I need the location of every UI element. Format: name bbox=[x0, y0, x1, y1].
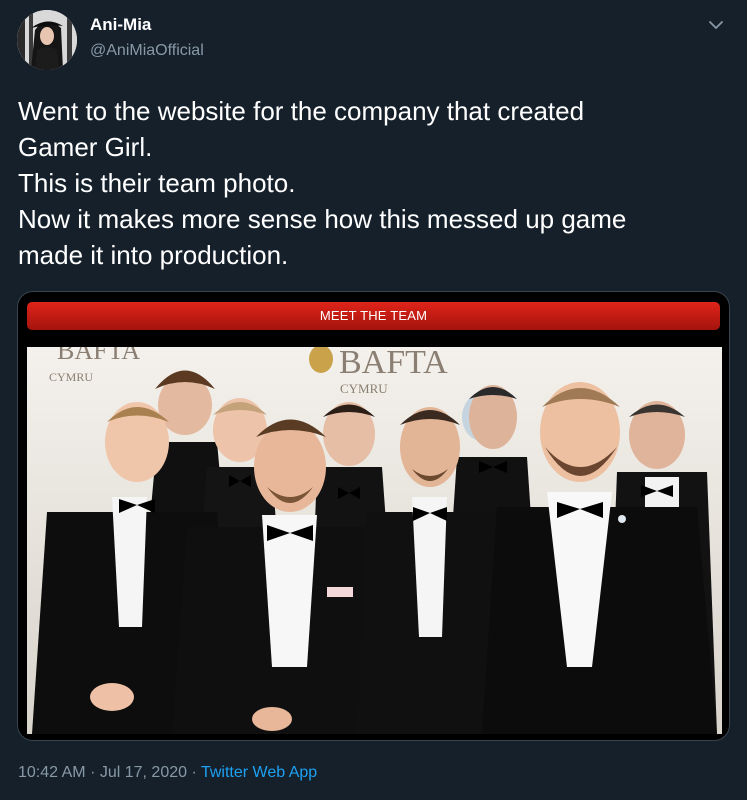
tweet-line: made it into production. bbox=[18, 240, 289, 270]
tweet-media[interactable]: MEET THE TEAM BAFTA CYMRU BAFTA CYMRU bbox=[17, 291, 730, 741]
backdrop-text: BAFTA bbox=[339, 347, 448, 381]
user-handle[interactable]: @AniMiaOfficial bbox=[90, 42, 204, 60]
tweet-text: Went to the website for the company that… bbox=[18, 93, 728, 273]
tweet-metadata: 10:42 AM · Jul 17, 2020 · Twitter Web Ap… bbox=[18, 764, 317, 782]
separator: · bbox=[90, 764, 96, 781]
tweet-source-link[interactable]: Twitter Web App bbox=[201, 764, 317, 781]
chevron-down-icon[interactable] bbox=[705, 14, 727, 36]
tweet-time[interactable]: 10:42 AM bbox=[18, 764, 86, 781]
team-photo-image: BAFTA CYMRU BAFTA CYMRU bbox=[27, 347, 722, 734]
separator: · bbox=[191, 764, 197, 781]
backdrop-text: BAFTA bbox=[57, 347, 140, 365]
team-photo[interactable]: BAFTA CYMRU BAFTA CYMRU bbox=[27, 347, 722, 734]
backdrop-subtext: CYMRU bbox=[49, 370, 93, 384]
backdrop-subtext: CYMRU bbox=[340, 381, 388, 396]
avatar[interactable] bbox=[17, 10, 77, 70]
tweet-line: Went to the website for the company that… bbox=[18, 96, 585, 126]
avatar-image bbox=[17, 10, 77, 70]
tweet-line: Now it makes more sense how this messed … bbox=[18, 204, 627, 234]
tweet-date[interactable]: Jul 17, 2020 bbox=[100, 764, 187, 781]
tweet-line: Gamer Girl. bbox=[18, 132, 153, 162]
display-name[interactable]: Ani-Mia bbox=[90, 15, 151, 35]
tweet-line: This is their team photo. bbox=[18, 168, 296, 198]
meet-the-team-banner: MEET THE TEAM bbox=[27, 302, 720, 330]
